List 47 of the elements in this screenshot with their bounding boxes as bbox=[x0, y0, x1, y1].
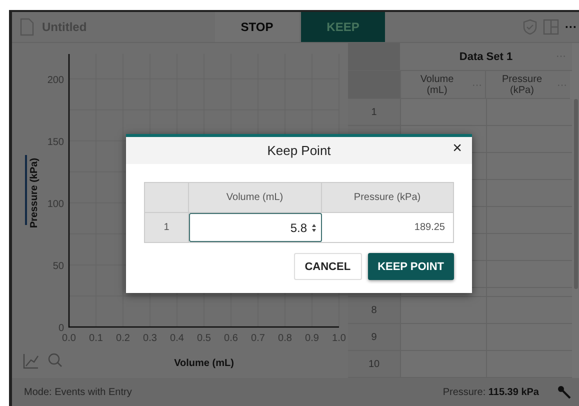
spinner-icon[interactable] bbox=[311, 223, 317, 233]
series-legend-line bbox=[25, 155, 27, 225]
row-number: 1 bbox=[145, 213, 189, 242]
toolbar-button[interactable]: STOP bbox=[215, 12, 299, 42]
x-tick-label: 0.9 bbox=[305, 333, 319, 344]
x-tick-label: 1.0 bbox=[332, 333, 346, 344]
row-number: 9 bbox=[348, 324, 400, 351]
y-tick-label: 150 bbox=[47, 136, 64, 148]
layout-icon[interactable] bbox=[543, 19, 559, 35]
data-set-title: Data Set 1 bbox=[459, 50, 513, 62]
y-tick-label: 0 bbox=[58, 323, 64, 334]
x-tick-label: 0.8 bbox=[278, 333, 292, 344]
x-tick-label: 0.6 bbox=[224, 333, 238, 344]
column-header: Volume (mL) bbox=[189, 183, 322, 212]
column-title: Pressure (kPa) bbox=[500, 74, 543, 96]
table-cell[interactable] bbox=[400, 297, 486, 324]
pressure-value: 189.25 bbox=[413, 221, 446, 235]
mode-text: Mode: Events with Entry bbox=[24, 386, 132, 398]
x-tick-label: 0.3 bbox=[143, 333, 157, 344]
shield-icon[interactable] bbox=[523, 19, 537, 35]
y-tick-label: 200 bbox=[47, 74, 64, 86]
x-axis-label: Volume (mL) bbox=[174, 358, 234, 369]
close-button[interactable]: × bbox=[450, 140, 464, 158]
row-number: 8 bbox=[348, 297, 400, 324]
dialog-button[interactable]: CANCEL bbox=[294, 253, 362, 280]
x-tick-label: 0.7 bbox=[251, 333, 265, 344]
x-tick-label: 0.2 bbox=[116, 333, 130, 344]
document-icon[interactable] bbox=[20, 18, 34, 36]
dialog-button[interactable]: KEEP POINT bbox=[368, 253, 454, 280]
pressure-reading: Pressure: 115.39 kPa bbox=[442, 386, 539, 398]
column-title: Volume (mL) bbox=[419, 74, 455, 96]
row-number: 1 bbox=[348, 99, 400, 126]
graph-tool-icon[interactable] bbox=[23, 353, 39, 369]
column-header: Pressure (kPa) bbox=[352, 191, 422, 205]
x-tick-label: 0.1 bbox=[89, 333, 103, 344]
probe-icon[interactable] bbox=[557, 385, 571, 399]
y-axis-label: Pressure (kPa) bbox=[29, 158, 40, 228]
row-number: 10 bbox=[348, 351, 400, 378]
x-tick-label: 0.0 bbox=[62, 333, 76, 344]
y-tick-label: 50 bbox=[52, 260, 64, 272]
more-menu[interactable]: ··· bbox=[565, 20, 577, 34]
dialog-title: Keep Point bbox=[267, 143, 331, 158]
zoom-icon[interactable] bbox=[48, 353, 62, 367]
volume-input[interactable]: 5.8 bbox=[189, 213, 322, 242]
x-tick-label: 0.5 bbox=[197, 333, 211, 344]
y-tick-label: 100 bbox=[47, 198, 64, 210]
x-tick-label: 0.4 bbox=[170, 333, 184, 344]
